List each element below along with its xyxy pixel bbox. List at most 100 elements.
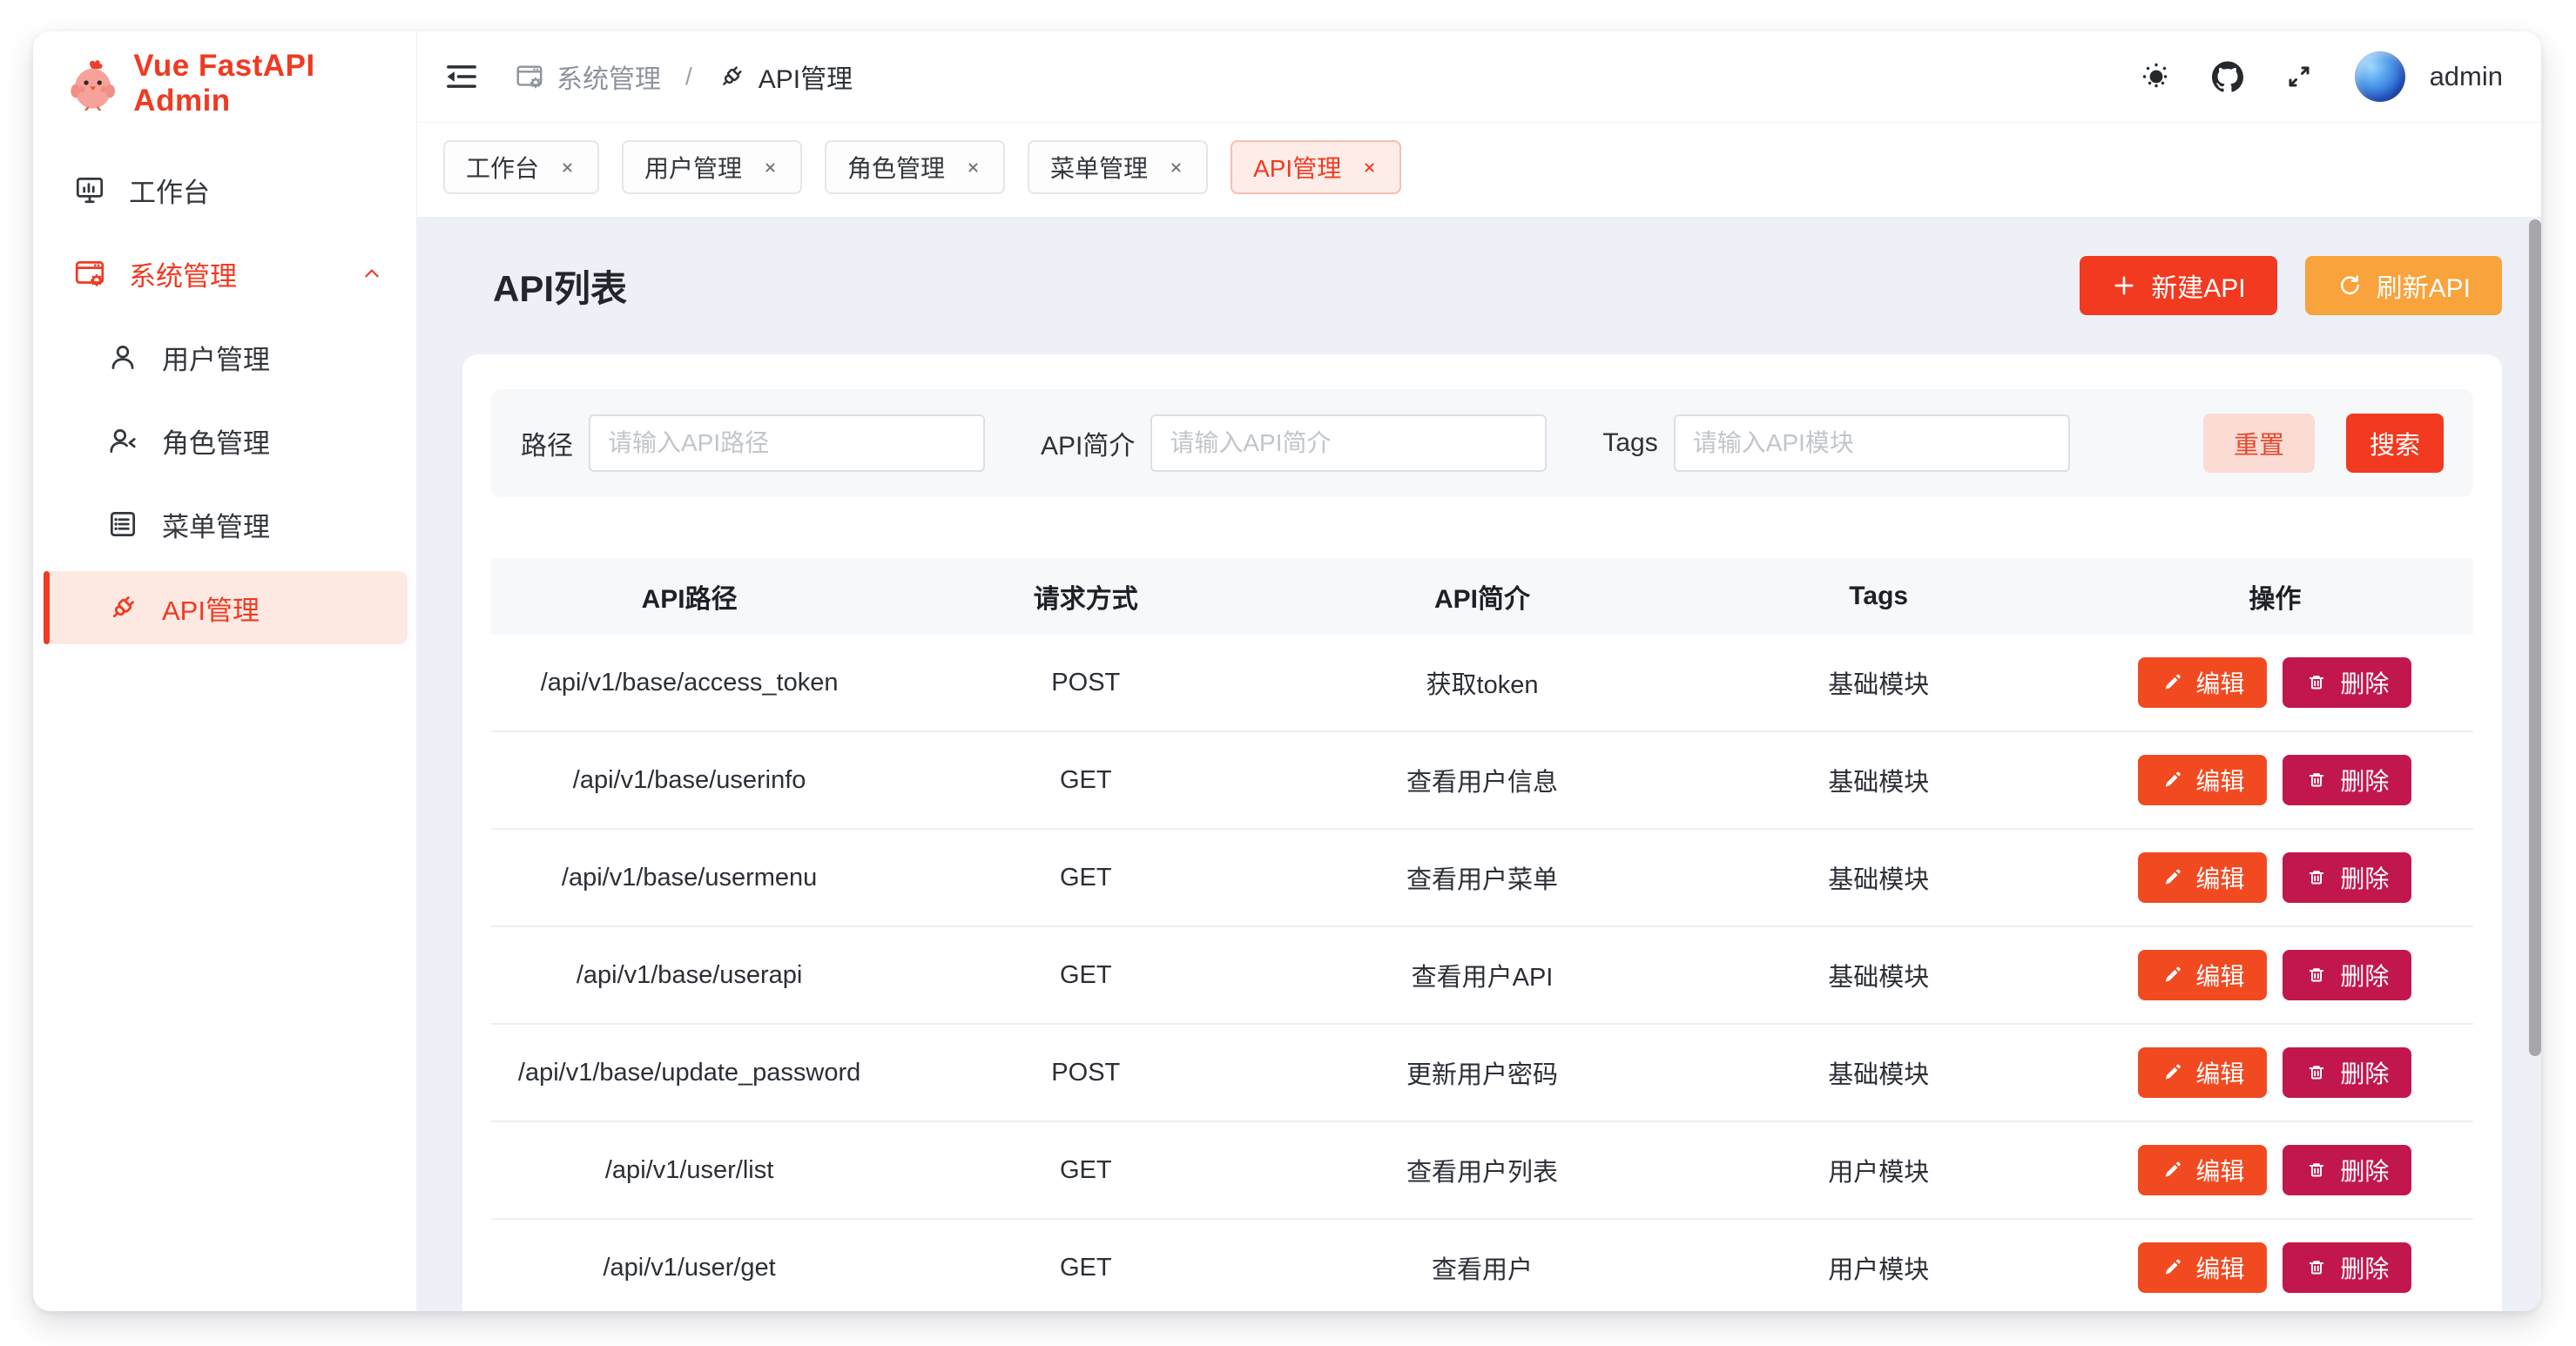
- tab-close-icon[interactable]: [761, 158, 779, 177]
- breadcrumb-label: API管理: [759, 57, 853, 96]
- trash-icon: [2305, 1256, 2328, 1279]
- cell-actions: 编辑 删除: [2077, 755, 2473, 805]
- cell-actions: 编辑 删除: [2077, 1047, 2473, 1098]
- search-button[interactable]: 搜索: [2346, 414, 2444, 473]
- cell-method: GET: [887, 961, 1284, 990]
- summary-input[interactable]: [1150, 414, 1547, 472]
- cell-method: POST: [887, 669, 1284, 697]
- cell-tags: 基础模块: [1681, 664, 2077, 701]
- tab-close-icon[interactable]: [1360, 158, 1379, 177]
- delete-button[interactable]: 删除: [2283, 755, 2411, 805]
- sidebar-item-menus[interactable]: 菜单管理: [44, 488, 408, 561]
- edit-button[interactable]: 编辑: [2138, 950, 2267, 1000]
- col-summary: API简介: [1284, 577, 1680, 616]
- tab[interactable]: API管理: [1231, 140, 1401, 194]
- sidebar-item-label: API管理: [162, 589, 260, 628]
- tab-close-icon[interactable]: [1167, 158, 1185, 177]
- edit-button[interactable]: 编辑: [2138, 1047, 2267, 1098]
- reset-button[interactable]: 重置: [2203, 414, 2315, 473]
- collapse-sidebar-icon[interactable]: [443, 58, 480, 95]
- breadcrumb-api[interactable]: API管理: [717, 57, 853, 96]
- delete-button[interactable]: 删除: [2283, 1047, 2411, 1098]
- tab[interactable]: 用户管理: [622, 140, 802, 194]
- cell-path: /api/v1/base/update_password: [491, 1059, 887, 1087]
- table-row: /api/v1/base/access_token POST 获取token 基…: [491, 635, 2473, 732]
- col-tags: Tags: [1681, 582, 2077, 611]
- col-path: API路径: [491, 577, 887, 616]
- edit-button[interactable]: 编辑: [2138, 1242, 2267, 1293]
- sidebar-item-workbench[interactable]: 工作台: [44, 153, 408, 226]
- path-label: 路径: [521, 424, 573, 462]
- cell-tags: 用户模块: [1681, 1249, 2077, 1286]
- table-row: /api/v1/user/get GET 查看用户 用户模块 编辑 删除: [491, 1220, 2473, 1311]
- sidebar-item-label: 角色管理: [162, 421, 270, 461]
- cell-summary: 查看用户API: [1284, 957, 1680, 993]
- vertical-scrollbar[interactable]: [2529, 219, 2541, 1056]
- cell-actions: 编辑 删除: [2077, 852, 2473, 903]
- breadcrumb-system[interactable]: 系统管理: [515, 57, 661, 96]
- edit-button[interactable]: 编辑: [2138, 852, 2267, 903]
- cell-summary: 查看用户信息: [1284, 762, 1680, 798]
- tab-label: 菜单管理: [1050, 150, 1148, 185]
- pencil-icon: [2161, 671, 2183, 694]
- github-icon[interactable]: [2212, 61, 2243, 92]
- api-list-card: 路径 API简介 Tags 重置 搜索 API路径 请求方式: [462, 354, 2502, 1311]
- path-input[interactable]: [589, 414, 985, 472]
- breadcrumb-label: 系统管理: [556, 57, 661, 96]
- role-icon: [106, 424, 139, 457]
- refresh-api-button[interactable]: 刷新API: [2305, 256, 2502, 315]
- tab[interactable]: 工作台: [443, 140, 599, 194]
- tab-close-icon[interactable]: [558, 158, 577, 177]
- col-actions: 操作: [2077, 577, 2473, 616]
- app-title: Vue FastAPI Admin: [133, 49, 416, 118]
- edit-button[interactable]: 编辑: [2138, 657, 2267, 708]
- create-api-button[interactable]: 新建API: [2080, 256, 2276, 315]
- chick-logo-icon: [68, 57, 118, 111]
- table-header: API路径 请求方式 API简介 Tags 操作: [491, 558, 2473, 635]
- tab[interactable]: 角色管理: [825, 140, 1005, 194]
- tab-label: 角色管理: [847, 150, 945, 185]
- theme-sun-icon[interactable]: [2141, 61, 2172, 92]
- delete-button[interactable]: 删除: [2283, 950, 2411, 1000]
- cell-path: /api/v1/base/usermenu: [491, 864, 887, 892]
- sidebar-item-system[interactable]: 系统管理: [44, 237, 408, 310]
- sidebar-item-label: 系统管理: [129, 254, 237, 293]
- tags-label: Tags: [1602, 428, 1657, 458]
- cell-method: GET: [887, 1156, 1284, 1185]
- filter-bar: 路径 API简介 Tags 重置 搜索: [491, 389, 2473, 497]
- trash-icon: [2305, 866, 2328, 889]
- tab-label: API管理: [1253, 150, 1341, 185]
- sidebar-item-users[interactable]: 用户管理: [44, 320, 408, 394]
- pencil-icon: [2161, 866, 2183, 889]
- sidebar-item-roles[interactable]: 角色管理: [44, 404, 408, 477]
- sidebar-item-api[interactable]: API管理: [44, 571, 408, 644]
- tab-bar: 工作台 用户管理 角色管理 菜单管理 API管理: [417, 123, 2541, 217]
- table-row: /api/v1/base/userapi GET 查看用户API 基础模块 编辑…: [491, 927, 2473, 1025]
- username[interactable]: admin: [2430, 61, 2503, 92]
- table-row: /api/v1/base/update_password POST 更新用户密码…: [491, 1025, 2473, 1122]
- fullscreen-icon[interactable]: [2283, 61, 2315, 92]
- avatar[interactable]: [2355, 51, 2405, 102]
- table-row: /api/v1/base/usermenu GET 查看用户菜单 基础模块 编辑…: [491, 830, 2473, 927]
- delete-button[interactable]: 删除: [2283, 657, 2411, 708]
- edit-button[interactable]: 编辑: [2138, 755, 2267, 805]
- tags-input[interactable]: [1674, 414, 2070, 472]
- tab[interactable]: 菜单管理: [1028, 140, 1208, 194]
- pencil-icon: [2161, 1061, 2183, 1084]
- cell-summary: 查看用户菜单: [1284, 859, 1680, 896]
- trash-icon: [2305, 964, 2328, 986]
- main-area: 系统管理 / API管理: [417, 31, 2541, 1311]
- edit-button[interactable]: 编辑: [2138, 1145, 2267, 1195]
- cell-summary: 查看用户列表: [1284, 1152, 1680, 1188]
- top-bar: 系统管理 / API管理: [417, 31, 2541, 123]
- delete-button[interactable]: 删除: [2283, 1242, 2411, 1293]
- delete-button[interactable]: 删除: [2283, 852, 2411, 903]
- refresh-icon: [2337, 273, 2363, 299]
- cell-path: /api/v1/user/list: [491, 1156, 887, 1185]
- cell-tags: 基础模块: [1681, 762, 2077, 798]
- delete-button[interactable]: 删除: [2283, 1145, 2411, 1195]
- sidebar-nav: 工作台 系统管理 用户管理: [33, 136, 416, 655]
- pencil-icon: [2161, 769, 2183, 791]
- tab-close-icon[interactable]: [964, 158, 982, 177]
- topbar-actions: admin: [2141, 51, 2503, 102]
